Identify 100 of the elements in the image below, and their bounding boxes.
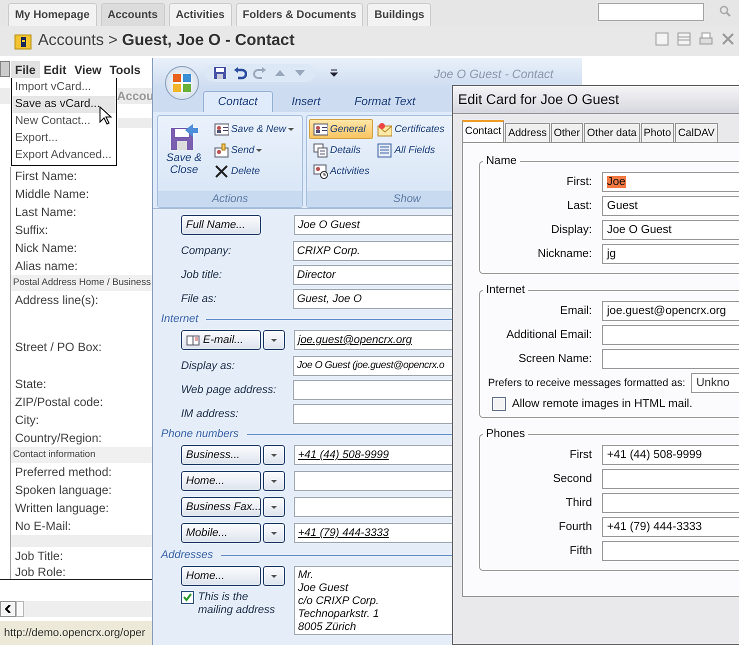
menu-item[interactable]: View <box>70 61 106 79</box>
field-button[interactable]: E-mail... <box>181 330 261 350</box>
field-label: File as: <box>181 293 218 305</box>
ribbon-button[interactable]: Certificates <box>373 119 448 139</box>
menu-button[interactable]: Save & New <box>210 119 298 139</box>
ribbon-button[interactable]: General <box>309 119 374 139</box>
checkbox[interactable] <box>492 397 506 411</box>
input-field[interactable] <box>602 492 739 512</box>
menu-item[interactable]: Import vCard... <box>12 79 116 96</box>
tab[interactable]: Contact <box>462 120 504 142</box>
ribbon-button[interactable]: Delete <box>210 161 298 181</box>
field-label: State: <box>14 376 48 393</box>
contact-card-icon <box>214 122 229 136</box>
field-label: Prefers to receive messages formatted as: <box>488 376 686 388</box>
ribbon-button[interactable]: Activities <box>309 161 374 181</box>
section-heading: Addresses <box>161 549 213 561</box>
dropdown-button[interactable] <box>263 523 285 543</box>
menu-item[interactable]: Export... <box>12 130 116 147</box>
input-field[interactable] <box>602 540 739 560</box>
input-field[interactable] <box>602 348 739 368</box>
save-close-button[interactable]: Save & Close <box>160 119 208 188</box>
field-label: Company: <box>181 245 232 257</box>
input-field[interactable]: Guest <box>602 196 739 216</box>
menu-item[interactable]: File <box>11 61 40 79</box>
field-label: First Name: <box>14 168 78 185</box>
menu-item[interactable]: New Contact... <box>12 113 116 130</box>
field-text: Joe O Guest <box>607 224 672 236</box>
dropdown-field[interactable]: Unkno <box>691 372 739 392</box>
field-label: Preferred method: <box>14 464 113 481</box>
undo-icon[interactable] <box>233 66 247 80</box>
search-icon[interactable] <box>719 5 731 17</box>
tab[interactable]: Other data <box>584 123 640 142</box>
input-field[interactable]: +41 (44) 508-9999 <box>602 444 739 464</box>
tab[interactable]: Address <box>505 123 550 142</box>
field-label: Country/Region: <box>14 430 103 447</box>
dropdown-button[interactable] <box>263 497 285 517</box>
layout-icon[interactable] <box>677 32 691 46</box>
section-heading: Internet <box>161 313 198 325</box>
menu-item[interactable]: Export Advanced... <box>12 147 116 164</box>
customize-icon[interactable] <box>330 68 338 78</box>
input-field[interactable] <box>602 468 739 488</box>
ribbon-button[interactable]: All Fields <box>373 140 448 160</box>
checkbox-label: Allow remote images in HTML mail. <box>512 398 692 410</box>
window-icon[interactable] <box>655 32 669 46</box>
folder-lock-icon <box>14 32 32 50</box>
print-icon[interactable] <box>699 32 713 46</box>
menu-item[interactable]: Edit <box>40 61 70 79</box>
dropdown-button[interactable] <box>263 445 285 465</box>
ribbon-button[interactable]: Details <box>309 140 374 160</box>
ribbon-tab[interactable]: Contact <box>203 91 273 112</box>
section-heading: Phone numbers <box>161 428 239 440</box>
menu-button[interactable]: Send <box>210 140 298 160</box>
menu-item[interactable]: Tools <box>105 61 145 79</box>
caret-icon <box>271 506 277 508</box>
field-button[interactable]: Home... <box>181 566 261 586</box>
field-button[interactable]: Full Name... <box>181 215 261 235</box>
field-button[interactable]: Mobile... <box>181 523 261 543</box>
search-field[interactable] <box>598 3 704 21</box>
ribbon-tab[interactable]: Format Text <box>339 91 430 112</box>
checkbox[interactable] <box>181 591 194 604</box>
nav-tab[interactable]: Accounts <box>100 3 165 26</box>
nav-tab[interactable]: My Homepage <box>8 3 97 26</box>
field-label: ZIP/Postal code: <box>14 394 104 411</box>
field-label: Spoken language: <box>14 482 113 499</box>
close-icon[interactable] <box>721 32 735 46</box>
field-label: Third <box>564 496 593 508</box>
dropdown-button[interactable] <box>263 471 285 491</box>
menu-item[interactable]: Save as vCard... <box>12 96 116 113</box>
field-label: Fifth <box>568 544 593 556</box>
input-field[interactable]: joe.guest@opencrx.org <box>602 300 739 320</box>
dropdown-button[interactable] <box>263 566 285 586</box>
ribbon-tab[interactable]: Insert <box>276 91 336 112</box>
field-button[interactable]: Business... <box>181 445 261 465</box>
field-label: Suffix: <box>14 222 50 239</box>
tab[interactable]: CalDAV <box>675 123 718 142</box>
caret-icon <box>271 480 277 482</box>
field-label: Address line(s): <box>14 292 100 309</box>
scroll-thumb[interactable] <box>16 601 24 617</box>
office-logo-icon <box>172 73 192 93</box>
nav-tab[interactable]: Activities <box>168 3 232 26</box>
input-field[interactable]: Joe <box>602 172 739 192</box>
input-field[interactable]: jg <box>602 244 739 264</box>
field-button[interactable]: Business Fax... <box>181 497 261 517</box>
input-field[interactable]: Joe O Guest <box>602 220 739 240</box>
field-label: Middle Name: <box>14 186 90 203</box>
field-label: Last: <box>566 200 593 212</box>
nav-tab[interactable]: Buildings <box>367 3 432 26</box>
scrollbar[interactable] <box>0 601 152 617</box>
tab[interactable]: Other <box>550 123 583 142</box>
field-button[interactable]: Home... <box>181 471 261 491</box>
nav-tab[interactable]: Folders & Documents <box>236 3 364 26</box>
field-label: City: <box>14 412 40 429</box>
redo-icon[interactable] <box>253 66 267 80</box>
field-text: +41 (79) 444-3333 <box>607 520 702 532</box>
input-field[interactable] <box>602 324 739 344</box>
side-handle[interactable] <box>0 61 10 77</box>
tab[interactable]: Photo <box>640 123 674 142</box>
input-field[interactable]: +41 (79) 444-3333 <box>602 516 739 536</box>
scroll-left-button[interactable] <box>0 601 16 617</box>
dropdown-button[interactable] <box>263 330 285 350</box>
